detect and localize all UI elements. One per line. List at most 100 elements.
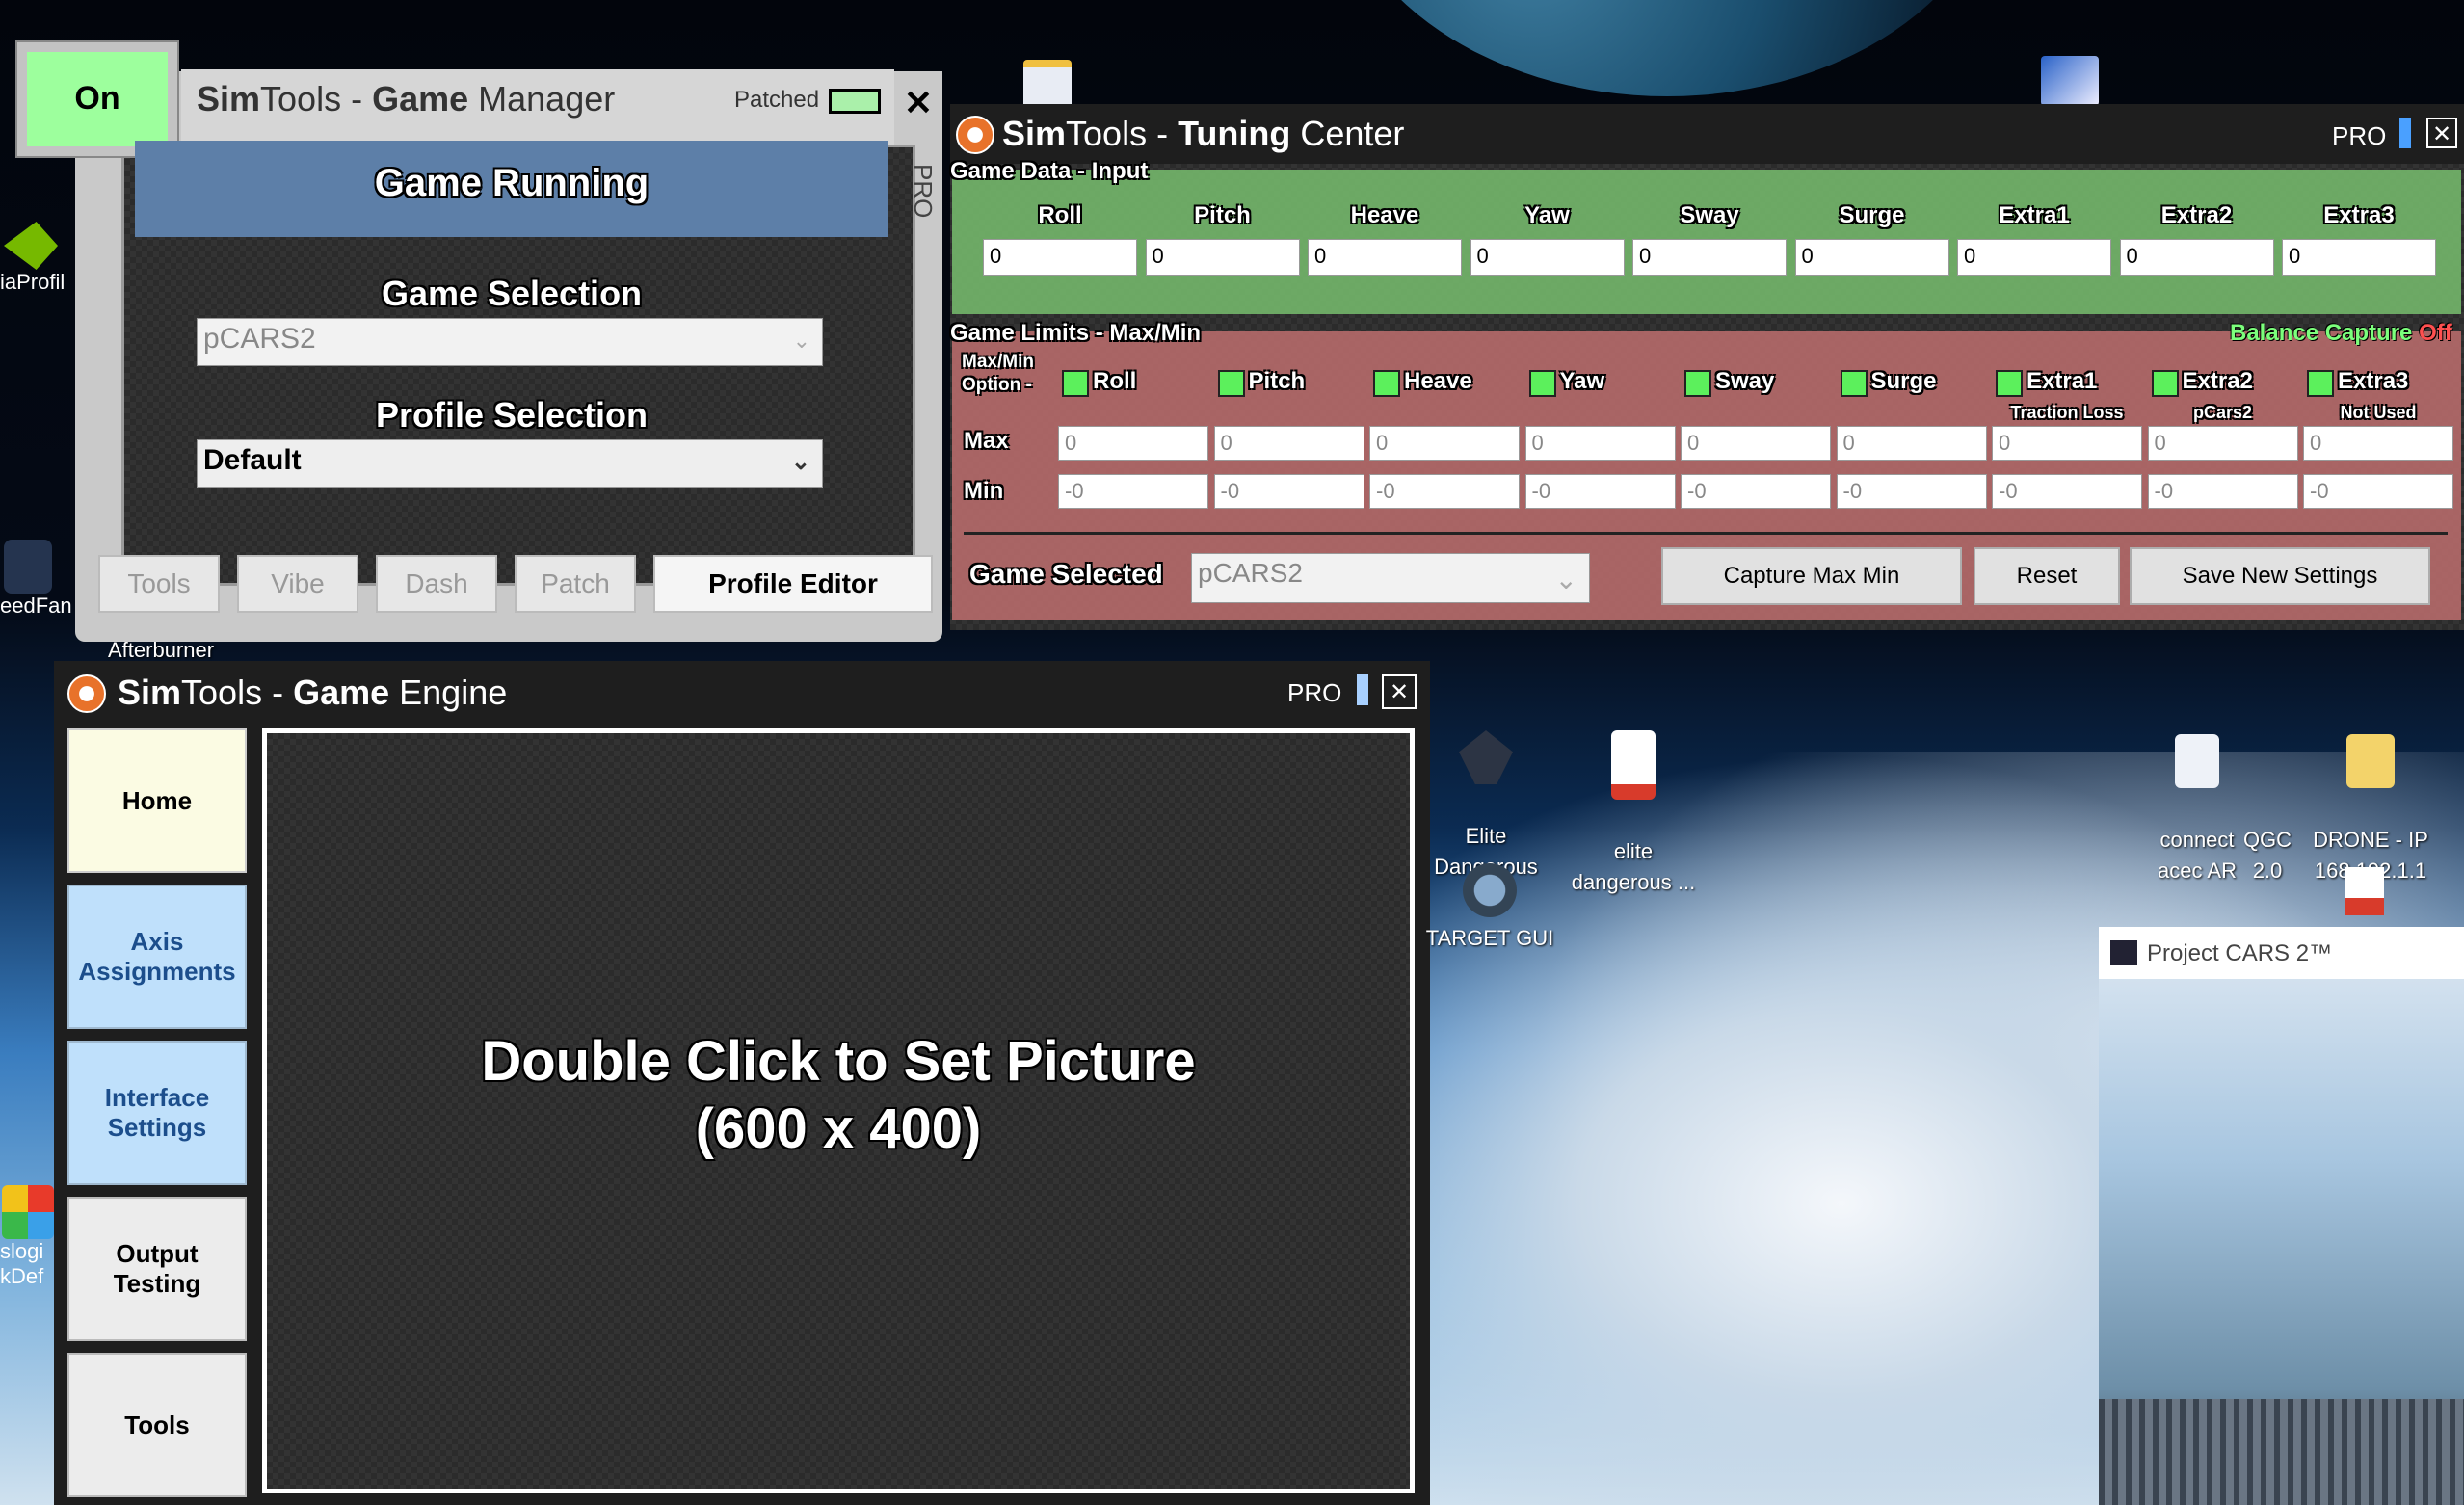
limit-checkbox-roll[interactable] [1062,370,1089,397]
target-gui-shortcut[interactable]: TARGET GUI [1420,863,1559,954]
game-selected-dropdown[interactable]: pCARS2 ⌄ [1191,553,1590,603]
profile-editor-button[interactable]: Profile Editor [653,555,933,613]
profile-selection-dropdown[interactable]: Default ⌄ [197,439,823,488]
title-part: Game [372,79,469,119]
min-field-surge[interactable]: -0 [1836,474,1987,509]
title-part: Sim [197,79,261,119]
limit-checkbox-yaw[interactable] [1528,370,1556,397]
input-value-extra2[interactable]: 0 [2119,239,2274,276]
picture-hint-line2: (600 x 400) [695,1097,982,1160]
game-engine-title: SimTools - Game Engine [118,673,507,713]
input-value-pitch[interactable]: 0 [1145,239,1300,276]
limit-axis-label: Roll [1093,368,1137,394]
chevron-down-icon: ⌄ [790,449,810,475]
limit-checkbox-extra2[interactable] [2151,370,2179,397]
nav-output-testing[interactable]: Output Testing [67,1197,247,1341]
game-manager-close-button[interactable]: ✕ [896,83,941,131]
game-data-label: Game Data - Input [950,158,1149,184]
game-selected-value: pCARS2 [1198,558,1303,588]
document-icon [2175,734,2219,788]
nav-interface-settings[interactable]: Interface Settings [67,1041,247,1185]
tools-button[interactable]: Tools [98,555,220,613]
limit-checkbox-heave[interactable] [1373,370,1400,397]
vibe-button[interactable]: Vibe [237,555,358,613]
min-field-extra2[interactable]: -0 [2147,474,2298,509]
elite-dangerous-shortcut[interactable]: Elite Dangerous [1420,700,1551,883]
input-value-roll[interactable]: 0 [983,239,1137,276]
min-field-roll[interactable]: -0 [1058,474,1208,509]
limit-sublabel: Traction Loss [2010,403,2124,422]
limit-checkbox-extra3[interactable] [2307,370,2334,397]
min-field-yaw[interactable]: -0 [1524,474,1676,509]
limit-checkbox-extra1[interactable] [1996,370,2023,397]
limit-sublabel: Not Used [2340,403,2417,422]
min-field-heave[interactable]: -0 [1369,474,1520,509]
axis-label-surge: Surge [1839,202,1905,228]
desktop-app-icon[interactable] [2041,56,2099,106]
save-new-settings-button[interactable]: Save New Settings [2130,547,2430,605]
game-manager-title: SimTools - Game Manager [197,79,615,119]
limit-axis-label: Pitch [1248,368,1306,394]
game-manager-window: On SimTools - Game Manager Patched ✕ PRO… [15,40,942,642]
option-label-line: Max/Min [962,352,1034,372]
drone-ip[interactable]: DRONE - IP 168.192.1.1 [2297,703,2444,886]
min-field-sway[interactable]: -0 [1681,474,1831,509]
max-field-sway[interactable]: 0 [1681,426,1831,461]
input-value-extra1[interactable]: 0 [1957,239,2111,276]
patched-indicator [829,89,881,114]
max-field-surge[interactable]: 0 [1836,426,1987,461]
patch-button[interactable]: Patch [515,555,636,613]
max-field-pitch[interactable]: 0 [1213,426,1364,461]
icon-label: QGC 2.0 [2242,828,2292,883]
input-value-extra3[interactable]: 0 [2282,239,2436,276]
nav-home[interactable]: Home [67,728,247,873]
limit-checkbox-surge[interactable] [1840,370,1868,397]
capture-max-min-button[interactable]: Capture Max Min [1661,547,1962,605]
title-part: Tools - [181,673,294,712]
axis-label-sway: Sway [1680,202,1739,228]
on-button[interactable]: On [15,40,179,158]
elite-dangerous-icon [1459,730,1513,784]
limit-checkbox-pitch[interactable] [1217,370,1245,397]
input-value-sway[interactable]: 0 [1632,239,1787,276]
max-field-roll[interactable]: 0 [1058,426,1208,461]
title-part: Manager [468,79,616,119]
min-field-extra1[interactable]: -0 [1992,474,2142,509]
nav-axis-assignments[interactable]: Axis Assignments [67,885,247,1029]
project-cars-app-icon [2110,940,2137,965]
tuning-center-close-button[interactable]: ✕ [2426,118,2457,148]
title-part: Sim [118,673,182,712]
icon-label: connect acec AR [2158,828,2237,883]
minimize-bar[interactable] [1357,674,1368,705]
pdf-icon [1611,730,1656,800]
limit-checkbox-sway[interactable] [1684,370,1711,397]
max-field-extra3[interactable]: 0 [2303,426,2453,461]
game-engine-close-button[interactable]: ✕ [1382,674,1417,709]
pdf-icon[interactable] [2345,867,2384,915]
nav-tools[interactable]: Tools [67,1353,247,1497]
input-value-heave[interactable]: 0 [1308,239,1462,276]
input-value-surge[interactable]: 0 [1794,239,1949,276]
limit-axis-label: Yaw [1559,368,1605,394]
chevron-down-icon: ⌄ [792,329,810,353]
min-field-pitch[interactable]: -0 [1213,474,1364,509]
minimize-bar[interactable] [2399,118,2411,148]
balance-capture-state: Off [2419,320,2452,346]
max-field-extra1[interactable]: 0 [1992,426,2142,461]
qgc-2[interactable]: QGC 2.0 [2236,703,2299,886]
max-field-yaw[interactable]: 0 [1524,426,1676,461]
elite-dangerous-pdf[interactable]: elite dangerous ... [1561,700,1706,898]
max-field-heave[interactable]: 0 [1369,426,1520,461]
title-part: Engine [389,673,508,712]
dash-button[interactable]: Dash [376,555,497,613]
reset-button[interactable]: Reset [1974,547,2120,605]
game-selection-dropdown[interactable]: pCARS2 ⌄ [197,318,823,366]
title-part: Tools - [260,79,373,119]
option-label-line: Option - [962,375,1032,395]
input-value-yaw[interactable]: 0 [1470,239,1625,276]
game-selection-label: Game Selection [381,274,643,313]
balance-capture-toggle[interactable]: Balance Capture Off [2230,320,2452,347]
max-field-extra2[interactable]: 0 [2147,426,2298,461]
min-field-extra3[interactable]: -0 [2303,474,2453,509]
axis-label-heave: Heave [1350,202,1419,228]
